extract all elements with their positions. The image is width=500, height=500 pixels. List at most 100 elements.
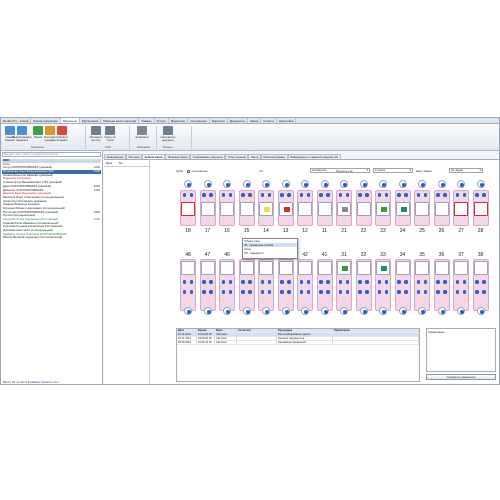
module-tab[interactable]: Рабочее место кассира: [101, 118, 140, 123]
column-header[interactable]: Врач: [215, 329, 237, 332]
patient-search-input[interactable]: Введите имя, номер телефона или карты: [2, 152, 101, 157]
ribbon-button[interactable]: Компании: [135, 126, 149, 139]
tooth[interactable]: 31: [336, 252, 352, 318]
tooth[interactable]: 33: [375, 252, 391, 318]
patient-card-number: 1236: [93, 218, 100, 221]
tooth[interactable]: 46: [219, 252, 235, 318]
ribbon-button[interactable]: Снять со счета: [103, 126, 117, 142]
tooth[interactable]: 14: [258, 180, 274, 246]
table-cell: Светлый: [215, 333, 237, 336]
root-dot-icon: [343, 183, 347, 187]
tooth[interactable]: 13: [277, 180, 294, 246]
tooth[interactable]: 47: [199, 252, 216, 318]
tooth[interactable]: 36: [433, 252, 450, 318]
tooth[interactable]: 35: [414, 252, 430, 318]
module-tab[interactable]: Документы: [228, 118, 249, 123]
tooth[interactable]: 44: [258, 252, 274, 318]
tooth-crown: [376, 202, 390, 216]
column-header[interactable]: Ассистент: [237, 329, 277, 332]
tooth-root-marker: [457, 180, 465, 188]
tooth[interactable]: 38: [472, 252, 489, 318]
table-cell: [333, 337, 419, 340]
tooth-crown: [317, 202, 332, 216]
module-tab[interactable]: Отчёты: [261, 118, 277, 123]
module-tab[interactable]: Пациенты: [60, 118, 80, 123]
module-tab[interactable]: Dentis Pro - Алиса: [1, 118, 32, 123]
tooth[interactable]: 16: [219, 180, 235, 246]
tooth[interactable]: 45: [238, 252, 255, 318]
tooth[interactable]: 27: [453, 180, 469, 246]
module-tab[interactable]: Режим коррекции: [31, 118, 61, 123]
tooth-surface-dots: [181, 279, 195, 285]
tooth[interactable]: 37: [453, 252, 469, 318]
enamel-color-dropdown[interactable]: Не задан: [449, 168, 483, 173]
tooth-filling: [400, 207, 407, 212]
tooth[interactable]: 15: [238, 180, 255, 246]
column-header[interactable]: Процедура: [277, 329, 333, 332]
tooth-root-marker: [359, 307, 368, 315]
ribbon-button-label: Сейчас в Клинике: [56, 135, 68, 142]
surface-dot-icon: [377, 280, 382, 284]
module-tab[interactable]: Зарплата: [210, 118, 228, 123]
root-dot-icon: [440, 183, 445, 187]
module-tab[interactable]: Расписание: [80, 118, 102, 123]
module-tab[interactable]: Сотрудники: [188, 118, 210, 123]
save-changes-button[interactable]: Сохранить изменения: [426, 374, 496, 380]
tooth[interactable]: 24: [394, 180, 411, 246]
tooth[interactable]: 32: [355, 252, 372, 318]
notes-field[interactable]: Примечание:: [426, 328, 496, 372]
module-tab[interactable]: Маркетинг: [169, 118, 189, 123]
tooth[interactable]: 21: [336, 180, 352, 246]
tooth-surface-dots: [337, 279, 351, 285]
module-tab[interactable]: Услуги: [155, 118, 169, 123]
column-header[interactable]: Примечание: [333, 329, 419, 332]
tooth-root-marker: [242, 180, 251, 188]
table-cell: [333, 333, 419, 336]
tooth[interactable]: 17: [199, 180, 216, 246]
ribbon-button[interactable]: Напечатать документ: [161, 126, 176, 142]
context-menu-item[interactable]: ПП - пародонтит: [243, 251, 297, 255]
surface-dot-icon: [260, 193, 265, 197]
tooth-root-marker: [437, 307, 446, 315]
tooth[interactable]: 22: [355, 180, 372, 246]
ribbon-button[interactable]: Сейчас в Клинике: [55, 126, 69, 142]
ribbon-button[interactable]: Положить на счет: [89, 126, 103, 142]
module-tab[interactable]: Товары: [139, 118, 155, 123]
tooth[interactable]: 25: [414, 180, 430, 246]
column-header[interactable]: Время: [197, 329, 215, 332]
ribbon-button[interactable]: Редактировать пациента: [12, 126, 32, 142]
tooth-root-marker: [476, 180, 485, 188]
surface-dot-icon: [299, 280, 304, 284]
tooth-root-marker: [379, 307, 387, 315]
tooth[interactable]: 41: [316, 252, 333, 318]
tooth[interactable]: 34: [394, 252, 411, 318]
table-cell: 20.11.2014: [177, 333, 197, 336]
tooth[interactable]: 48: [180, 252, 196, 318]
tooth[interactable]: 42: [297, 252, 313, 318]
tooth-root-marker: [379, 180, 387, 188]
tooth[interactable]: 11: [316, 180, 333, 246]
column-header[interactable]: Дата: [177, 329, 197, 332]
root-dot-icon: [479, 310, 484, 314]
permanent-checkbox[interactable]: [186, 169, 190, 173]
tooth[interactable]: 26: [433, 180, 450, 246]
table-row[interactable]: 06.08.2014 10:00:13.00 Светлый Наложение вр…: [177, 341, 419, 345]
root-dot-icon: [421, 183, 425, 187]
tooth[interactable]: 28: [472, 180, 489, 246]
module-tab[interactable]: Касса: [248, 118, 262, 123]
tooth[interactable]: 23: [375, 180, 391, 246]
ribbon-button-label: Снять со счета: [104, 135, 116, 142]
tooth-number: 14: [263, 228, 269, 234]
module-tab[interactable]: Настройки: [277, 118, 297, 123]
tooth-crown: [220, 261, 234, 275]
tooth[interactable]: 12: [297, 180, 313, 246]
tooth[interactable]: 18: [180, 180, 196, 246]
patient-panel: Введите имя, номер телефона или карты ФИ…: [1, 151, 103, 384]
surface-dot-icon: [455, 290, 460, 294]
withdraw-icon: [105, 126, 115, 135]
patient-row[interactable]: Яблоко Виталий Андреевич (потенциальный): [2, 236, 101, 240]
cavity-dropdown[interactable]: в норме: [373, 168, 413, 173]
root-dot-icon: [479, 183, 484, 187]
tooth[interactable]: 43: [277, 252, 294, 318]
show-all-link[interactable]: Показать всех: [41, 380, 59, 384]
